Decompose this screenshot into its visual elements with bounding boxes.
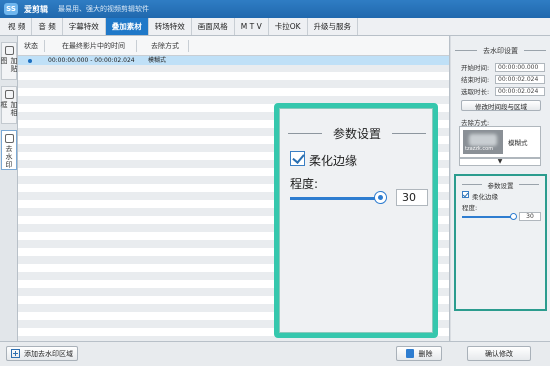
side-tab-bar: 加贴图 加相框 去水印 [0, 36, 18, 366]
tab-audio[interactable]: 音 频 [32, 18, 63, 35]
degree-label: 程度: [462, 204, 478, 212]
soft-edge-checkbox[interactable] [290, 151, 305, 166]
side-tab-add-sticker[interactable]: 加贴图 [0, 42, 18, 80]
degree-label: 程度: [290, 177, 319, 191]
soft-edge-label: 柔化边缘 [309, 154, 358, 168]
frame-icon [4, 90, 14, 99]
removal-method-selector[interactable]: tzazzk.com 模糊式 [459, 126, 541, 158]
end-time-row: 结束时间: 00:00:02.024 [461, 74, 546, 84]
table-row[interactable]: 00:00:00.000 - 00:00:02.024 模糊式 [18, 56, 449, 65]
watermark-icon [4, 134, 14, 143]
trash-icon [405, 349, 414, 358]
column-divider [136, 40, 137, 52]
row-mode: 模糊式 [148, 57, 167, 64]
app-slogan: 最易用、强大的视频剪辑软件 [58, 5, 149, 13]
chevron-down-icon[interactable]: ▼ [459, 158, 541, 166]
tab-upgrade-service[interactable]: 升级与服务 [308, 18, 359, 35]
list-header: 状态 在最终影片中的时间 去除方式 [18, 36, 449, 56]
side-tab-add-frame[interactable]: 加相框 [0, 86, 18, 124]
degree-value-input[interactable]: 30 [519, 212, 541, 221]
tab-subtitle-effects[interactable]: 字幕特效 [63, 18, 106, 35]
delete-button[interactable]: 删除 [396, 346, 442, 361]
watermark-settings-title: 去水印设置 [451, 46, 550, 56]
parameter-settings-zoom-panel: 参数设置 柔化边缘 程度: 30 [279, 108, 433, 333]
tab-picture-style[interactable]: 画面风格 [192, 18, 235, 35]
column-divider [44, 40, 45, 52]
degree-slider-handle[interactable] [374, 191, 387, 204]
start-time-row: 开始时间: 00:00:00.000 [461, 62, 546, 72]
app-title: 爱剪辑 [24, 4, 48, 14]
column-header-mode: 去除方式 [151, 42, 179, 50]
modify-time-region-button[interactable]: 修改时间段与区域 [461, 100, 541, 111]
row-time: 00:00:00.000 - 00:00:02.024 [48, 57, 135, 64]
duration-field[interactable]: 00:00:02.024 [495, 86, 545, 96]
side-tab-remove-watermark[interactable]: 去水印 [1, 130, 17, 170]
add-icon [11, 349, 20, 358]
side-tab-label: 加相框 [0, 100, 18, 117]
degree-slider-handle[interactable] [510, 213, 517, 220]
tab-transition-effects[interactable]: 转场特效 [149, 18, 192, 35]
tab-overlay-material[interactable]: 叠加素材 [105, 18, 149, 35]
sticker-icon [4, 46, 14, 55]
parameter-settings-zoom-highlight: 参数设置 柔化边缘 程度: 30 [274, 103, 438, 338]
add-watermark-region-button[interactable]: 添加去水印区域 [6, 346, 78, 361]
app-logo: SS [4, 3, 18, 15]
blur-preview-icon [469, 134, 497, 146]
blur-preview-thumbnail: tzazzk.com [463, 130, 503, 154]
status-dot-icon [28, 59, 32, 63]
start-time-label: 开始时间: [461, 64, 490, 72]
side-tab-label: 去水印 [5, 145, 13, 169]
delete-label: 删除 [418, 349, 433, 358]
soft-edge-label: 柔化边缘 [472, 193, 498, 201]
start-time-field[interactable]: 00:00:00.000 [495, 62, 545, 72]
end-time-field[interactable]: 00:00:02.024 [495, 74, 545, 84]
thumbnail-watermark-text: tzazzk.com [465, 146, 494, 152]
parameter-settings-title: 参数设置 [456, 180, 545, 190]
duration-label: 选取时长: [461, 88, 490, 96]
column-header-status: 状态 [24, 42, 38, 50]
degree-slider-track[interactable] [462, 216, 514, 218]
parameter-settings-group: 参数设置 柔化边缘 程度: 30 [454, 174, 547, 311]
side-tab-label: 加贴图 [0, 56, 18, 73]
column-divider [188, 40, 189, 52]
parameter-settings-title: 参数设置 [280, 125, 434, 142]
confirm-changes-button[interactable]: 确认修改 [467, 346, 531, 361]
degree-value-input[interactable]: 30 [396, 189, 428, 206]
tab-karaoke[interactable]: 卡拉OK [269, 18, 308, 35]
tab-video[interactable]: 视 频 [2, 18, 33, 35]
end-time-label: 结束时间: [461, 76, 490, 84]
duration-row: 选取时长: 00:00:02.024 [461, 86, 546, 96]
main-tab-bar: 视 频 音 频 字幕特效 叠加素材 转场特效 画面风格 M T V 卡拉OK 升… [0, 18, 550, 36]
removal-method-name: 模糊式 [508, 139, 528, 147]
watermark-settings-panel: 去水印设置 开始时间: 00:00:00.000 结束时间: 00:00:02.… [451, 36, 550, 341]
tab-mtv[interactable]: M T V [235, 18, 269, 35]
soft-edge-checkbox[interactable] [462, 191, 469, 198]
degree-slider-track[interactable] [290, 197, 380, 200]
title-bar: SS 爱剪辑 最易用、强大的视频剪辑软件 [0, 0, 550, 18]
add-watermark-region-label: 添加去水印区域 [24, 349, 73, 358]
column-header-time: 在最终影片中的时间 [62, 42, 125, 50]
